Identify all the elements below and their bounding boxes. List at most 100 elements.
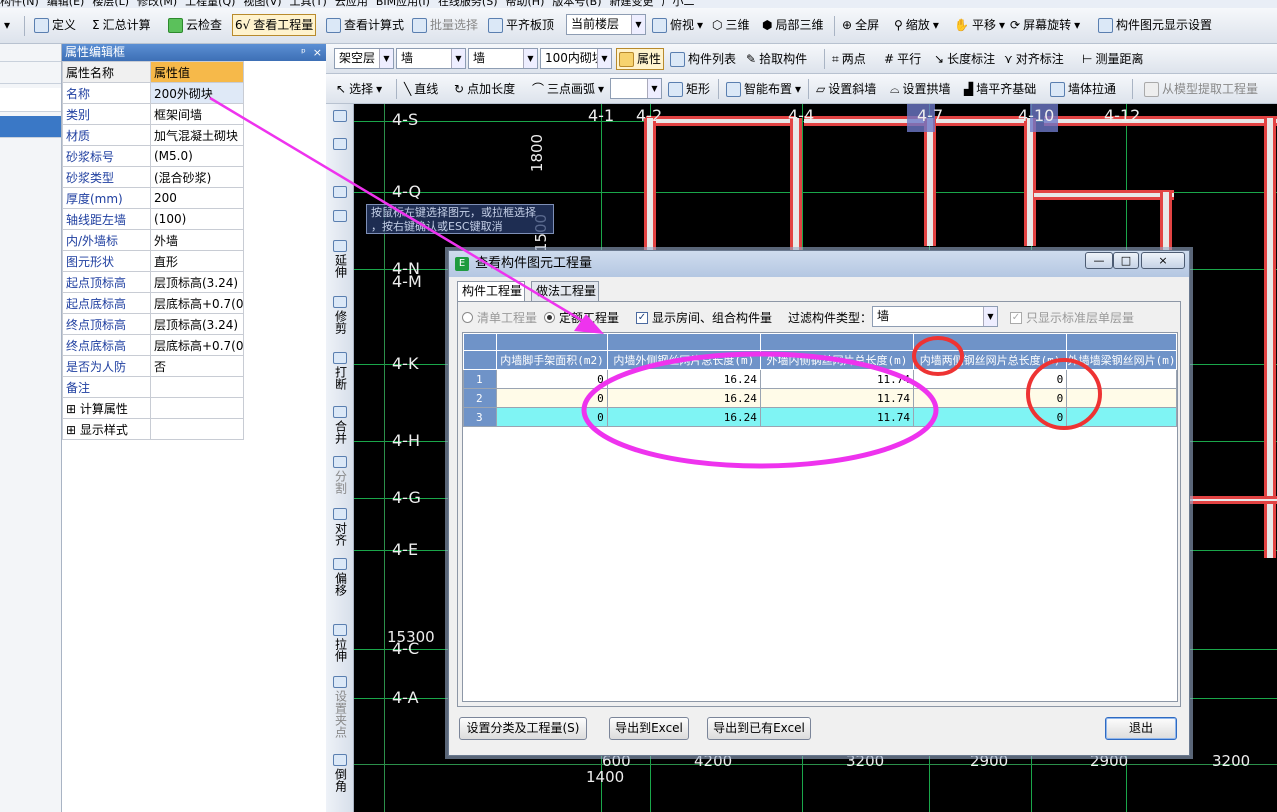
vtool-button[interactable]: 拉伸 xyxy=(329,624,351,662)
vtool-button[interactable]: 延伸 xyxy=(329,240,351,278)
menu-item[interactable]: 构件(N) xyxy=(0,0,39,7)
pen-icon[interactable] xyxy=(329,110,351,124)
wall-flat-base-button[interactable]: ▟ 墙平齐基础 xyxy=(962,78,1038,100)
property-value[interactable]: 层底标高+0.7(0 xyxy=(150,292,244,314)
wall[interactable] xyxy=(790,118,802,258)
smart-layout-button[interactable]: 智能布置 ▾ xyxy=(724,78,803,100)
std-floor-only-checkbox[interactable]: ✓ 只显示标准层单层量 xyxy=(1010,309,1134,326)
property-row[interactable]: 材质 加气混凝土砌块 xyxy=(62,124,244,146)
group-calc-props[interactable]: ⊞ 计算属性 xyxy=(62,397,151,419)
rect-button[interactable]: 矩形 xyxy=(666,78,712,100)
two-points-button[interactable]: ⌗ 两点 xyxy=(830,48,868,70)
category-select[interactable]: 墙 ▼ xyxy=(396,48,466,69)
property-value[interactable]: (100) xyxy=(150,208,244,230)
dialog-title-bar[interactable]: E 查看构件图元工程量 — □ × xyxy=(449,251,1189,277)
left-strip-row[interactable] xyxy=(0,44,61,62)
filter-type-select[interactable]: 墙 ▼ xyxy=(872,306,998,327)
expand-icon[interactable]: ⊞ xyxy=(66,423,76,437)
radio-quota-quantity[interactable]: 定额工程量 xyxy=(544,309,619,326)
wall[interactable] xyxy=(1264,118,1276,558)
table-row[interactable]: 1 0 16.24 11.74 0 xyxy=(463,369,1177,389)
view-quantity-button[interactable]: 6√ 查看工程量 xyxy=(232,14,317,36)
property-row[interactable]: 起点底标高 层底标高+0.7(0 xyxy=(62,292,244,314)
menu-item[interactable]: 视图(V) xyxy=(243,0,281,7)
property-value[interactable]: 直形 xyxy=(150,250,244,272)
vtool-button[interactable]: 对齐 xyxy=(329,508,351,546)
exit-button[interactable]: 退出 xyxy=(1105,717,1177,740)
length-dim-button[interactable]: ↘ 长度标注 xyxy=(932,48,997,70)
property-value[interactable]: 外墙 xyxy=(150,229,244,251)
property-row[interactable]: 终点顶标高 层顶标高(3.24) xyxy=(62,313,244,335)
wall[interactable] xyxy=(1034,190,1174,200)
menu-item[interactable]: 在线服务(S) xyxy=(438,0,498,7)
show-rooms-checkbox[interactable]: ✓ 显示房间、组合构件量 xyxy=(636,309,772,326)
cut-icon[interactable] xyxy=(329,138,351,152)
sum-calc-button[interactable]: Σ 汇总计算 xyxy=(90,14,153,36)
pick-component-button[interactable]: ✎ 拾取构件 xyxy=(744,48,809,70)
menu-item[interactable]: 修改(M) xyxy=(137,0,177,7)
layer-select[interactable]: 架空层 ▼ xyxy=(334,48,394,69)
property-value[interactable]: 框架间墙 xyxy=(150,103,244,125)
export-existing-excel-button[interactable]: 导出到已有Excel xyxy=(707,717,811,740)
table-row[interactable]: 3 0 16.24 11.74 0 xyxy=(463,407,1177,427)
property-row[interactable]: 终点底标高 层底标高+0.7(0 xyxy=(62,334,244,356)
column-header[interactable]: 外墙内侧钢丝网片总长度(m) xyxy=(759,350,915,370)
property-value[interactable]: 200 xyxy=(150,187,244,209)
component-select[interactable]: 100内砌块 ▼ xyxy=(540,48,612,69)
menu-item[interactable]: 帮助(H) xyxy=(506,0,545,7)
property-value[interactable]: 层底标高+0.7(0 xyxy=(150,334,244,356)
property-row[interactable]: 轴线距左墙 (100) xyxy=(62,208,244,230)
arc-option-select[interactable]: ▼ xyxy=(610,78,662,99)
property-row[interactable]: 起点顶标高 层顶标高(3.24) xyxy=(62,271,244,293)
column-header[interactable]: 内墙两侧钢丝网片总长度(m) xyxy=(913,350,1068,370)
expand-icon[interactable]: ⊞ xyxy=(66,402,76,416)
tab-method-quantity[interactable]: 做法工程量 xyxy=(531,281,599,301)
property-value[interactable]: 200外砌块 xyxy=(150,82,244,104)
property-row[interactable]: 厚度(mm) 200 xyxy=(62,187,244,209)
local-3d-button[interactable]: ⬢ 局部三维 xyxy=(760,14,826,36)
property-value[interactable]: 层顶标高(3.24) xyxy=(150,271,244,293)
property-row[interactable]: 备注 xyxy=(62,376,244,398)
move-icon[interactable] xyxy=(329,186,351,200)
left-strip-row[interactable] xyxy=(0,62,61,84)
radio-list-quantity[interactable]: 清单工程量 xyxy=(462,309,537,326)
display-settings-button[interactable]: 构件图元显示设置 xyxy=(1096,14,1214,36)
extract-from-model-button[interactable]: 从模型提取工程量 xyxy=(1142,78,1260,100)
point-length-button[interactable]: ↻ 点加长度 xyxy=(452,78,517,100)
tab-component-quantity[interactable]: 构件工程量 xyxy=(457,281,525,302)
vtool-button[interactable]: 合并 xyxy=(329,406,351,444)
menu-item[interactable]: 工程量(Q) xyxy=(185,0,235,7)
pan-button[interactable]: ✋ 平移 ▾ xyxy=(952,14,1007,36)
property-value[interactable] xyxy=(150,376,244,398)
vtool-button[interactable]: 打断 xyxy=(329,352,351,390)
menu-item[interactable]: 新建变更 xyxy=(610,0,654,7)
export-excel-button[interactable]: 导出到Excel xyxy=(609,717,689,740)
column-header[interactable]: 外墙墙梁钢丝网片(m) xyxy=(1066,350,1177,370)
top-view-button[interactable]: 俯视 ▾ xyxy=(650,14,705,36)
property-row[interactable]: 类别 框架间墙 xyxy=(62,103,244,125)
vtool-button[interactable]: 偏移 xyxy=(329,558,351,596)
menu-item[interactable]: 工具(T) xyxy=(290,0,327,7)
close-button[interactable]: × xyxy=(1141,252,1185,269)
property-row[interactable]: 图元形状 直形 xyxy=(62,250,244,272)
menu-item[interactable]: BIM应用(I) xyxy=(376,0,430,7)
parallel-button[interactable]: # 平行 xyxy=(882,48,923,70)
flat-slab-top-button[interactable]: 平齐板顶 xyxy=(486,14,556,36)
wall[interactable] xyxy=(646,116,796,126)
rotate-icon[interactable] xyxy=(329,210,351,224)
vtool-button[interactable]: 分割 xyxy=(329,456,351,494)
wall[interactable] xyxy=(1024,118,1036,246)
column-header[interactable]: 内墙外侧钢丝网片总长度(m) xyxy=(606,350,761,370)
pin-icon[interactable]: ᵖ xyxy=(301,46,306,59)
wall[interactable] xyxy=(924,118,936,246)
column-header[interactable]: 内墙脚手架面积(m2) xyxy=(496,350,608,370)
component-list-button[interactable]: 构件列表 xyxy=(668,48,738,70)
vtool-button[interactable]: 倒角 xyxy=(329,754,351,792)
property-value[interactable]: 否 xyxy=(150,355,244,377)
table-row[interactable]: 2 0 16.24 11.74 0 xyxy=(463,388,1177,408)
wall[interactable] xyxy=(1044,116,1277,126)
define-button[interactable]: 定义 xyxy=(32,14,78,36)
property-value[interactable]: (混合砂浆) xyxy=(150,166,244,188)
menu-item[interactable]: 楼层(L) xyxy=(92,0,129,7)
wall-pull-button[interactable]: 墙体拉通 xyxy=(1048,78,1118,100)
